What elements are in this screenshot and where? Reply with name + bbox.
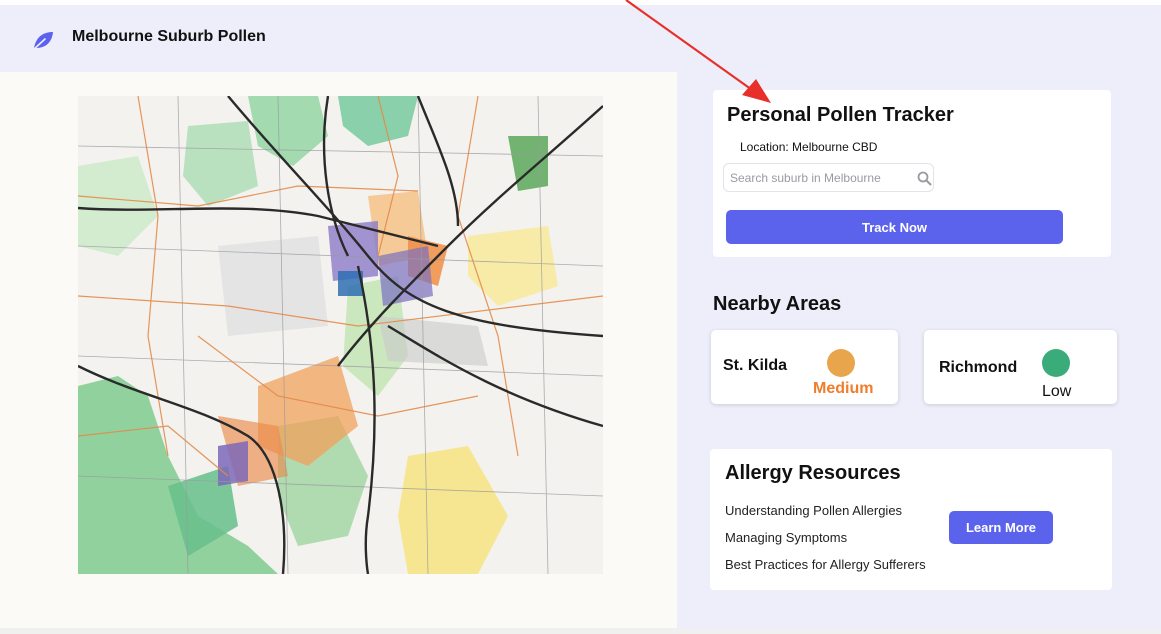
- area-name: Richmond: [939, 359, 1018, 376]
- allergy-resources-card: Allergy Resources Understanding Pollen A…: [710, 449, 1112, 590]
- resource-link[interactable]: Managing Symptoms: [725, 530, 847, 545]
- pollen-level-dot: [1042, 349, 1070, 377]
- search-icon[interactable]: [917, 171, 932, 186]
- track-now-button[interactable]: Track Now: [726, 210, 1063, 244]
- app-title: Melbourne Suburb Pollen: [72, 28, 266, 45]
- pollen-map[interactable]: [78, 96, 603, 574]
- resource-link[interactable]: Understanding Pollen Allergies: [725, 503, 902, 518]
- pollen-level-label: Low: [1042, 383, 1072, 400]
- resource-link[interactable]: Best Practices for Allergy Sufferers: [725, 557, 926, 572]
- area-card-st-kilda[interactable]: St. Kilda Medium: [711, 330, 898, 404]
- area-card-richmond[interactable]: Richmond Low: [924, 330, 1117, 404]
- area-name: St. Kilda: [723, 357, 788, 374]
- leaf-icon: [32, 32, 53, 51]
- pollen-level-label: Medium: [813, 380, 874, 397]
- nearby-areas-title: Nearby Areas: [713, 293, 842, 315]
- learn-more-button[interactable]: Learn More: [949, 511, 1053, 544]
- search-input[interactable]: [730, 170, 910, 186]
- location-label: Location: Melbourne CBD: [740, 140, 878, 154]
- tracker-title: Personal Pollen Tracker: [727, 104, 954, 126]
- pollen-level-dot: [827, 349, 855, 377]
- pollen-tracker-card: Personal Pollen Tracker Location: Melbou…: [713, 90, 1111, 257]
- bottom-strip: [0, 628, 1161, 634]
- pollen-map-image: [78, 96, 603, 574]
- app-header: Melbourne Suburb Pollen: [0, 5, 1161, 72]
- resources-title: Allergy Resources: [725, 462, 901, 484]
- search-box[interactable]: [723, 163, 934, 192]
